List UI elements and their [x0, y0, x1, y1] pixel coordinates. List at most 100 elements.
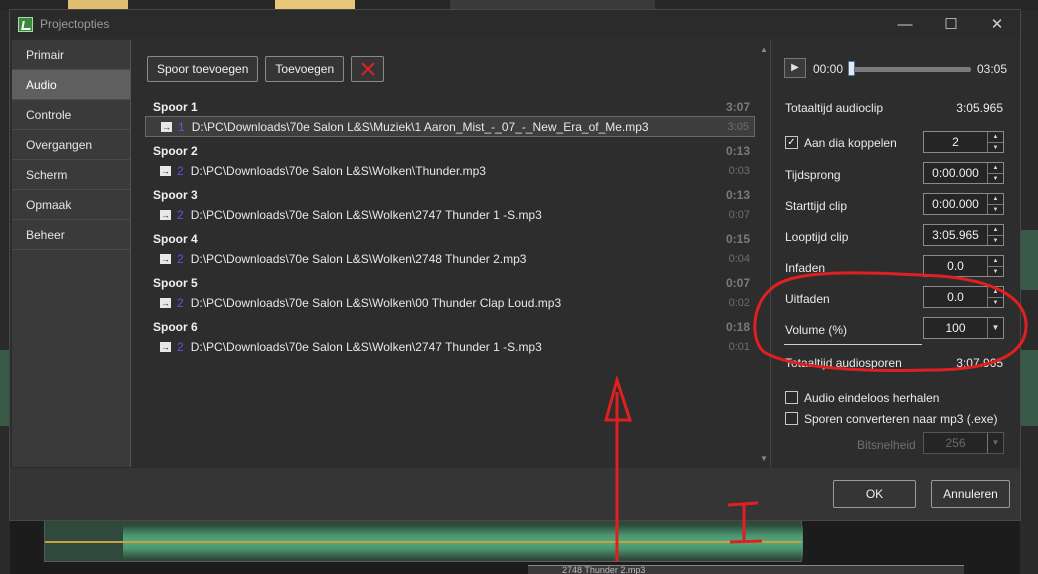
clip-number: 2 — [177, 207, 184, 222]
title-bar[interactable]: Projectopties — ☐ ✕ — [10, 10, 1020, 38]
track-header[interactable]: Spoor 3 0:13 — [145, 186, 755, 204]
background-waveform — [1020, 350, 1038, 426]
track-duration: 0:07 — [725, 276, 750, 290]
scroll-down-icon[interactable]: ▼ — [760, 454, 768, 463]
spin-up-icon[interactable]: ▲ — [988, 132, 1003, 143]
spin-down-icon[interactable]: ▼ — [988, 205, 1003, 215]
link-to-slide-label: Aan dia koppelen — [804, 136, 897, 150]
track-header[interactable]: Spoor 5 0:07 — [145, 274, 755, 292]
fade-out-label: Uitfaden — [785, 292, 830, 306]
sidebar-item-audio[interactable]: Audio — [12, 70, 130, 100]
run-time-spinbox[interactable]: 3:05.965 ▲ ▼ — [923, 224, 1004, 246]
spin-down-icon[interactable]: ▼ — [988, 236, 1003, 246]
clip-number: 2 — [177, 339, 184, 354]
clip-row[interactable]: → 2 D:\PC\Downloads\70e Salon L&S\Wolken… — [145, 292, 755, 313]
clip-path: D:\PC\Downloads\70e Salon L&S\Muziek\1 A… — [191, 119, 649, 134]
track-duration: 0:18 — [725, 320, 750, 334]
volume-value[interactable]: 100 — [924, 318, 987, 338]
minimize-icon[interactable]: — — [882, 10, 928, 38]
volume-combo[interactable]: 100 ▼ — [923, 317, 1004, 339]
run-time-value[interactable]: 3:05.965 — [924, 225, 987, 245]
track-list-scrollbar[interactable]: ▲ ▼ — [760, 45, 768, 463]
clip-duration: 0:04 — [728, 252, 750, 265]
track-name: Spoor 1 — [153, 100, 198, 114]
spin-up-icon[interactable]: ▲ — [988, 256, 1003, 267]
playback-time-start: 00:00 — [813, 62, 844, 76]
clip-row[interactable]: → 2 D:\PC\Downloads\70e Salon L&S\Wolken… — [145, 248, 755, 269]
clip-row[interactable]: → 2 D:\PC\Downloads\70e Salon L&S\Wolken… — [145, 336, 755, 357]
arrow-right-icon: → — [160, 253, 171, 264]
track-header[interactable]: Spoor 6 0:18 — [145, 318, 755, 336]
arrow-right-icon: → — [160, 209, 171, 220]
project-options-dialog: Projectopties — ☐ ✕ Primair Audio Contro… — [9, 9, 1021, 521]
maximize-icon[interactable]: ☐ — [928, 10, 974, 38]
bitrate-value[interactable]: 256 — [924, 433, 987, 453]
track-name: Spoor 6 — [153, 320, 198, 334]
convert-mp3-label: Sporen converteren naar mp3 (.exe) — [804, 412, 998, 426]
sidebar-item-scherm[interactable]: Scherm — [12, 160, 130, 190]
audio-properties-panel: ▶ 00:00 03:05 Totaaltijd audioclip 3:05.… — [770, 40, 1020, 467]
track-header[interactable]: Spoor 1 3:07 — [145, 98, 755, 116]
arrow-right-icon: → — [160, 297, 171, 308]
clip-path: D:\PC\Downloads\70e Salon L&S\Wolken\00 … — [190, 295, 562, 310]
track-duration: 0:13 — [725, 188, 750, 202]
playback-slider-track[interactable] — [849, 67, 971, 72]
fade-out-spinbox[interactable]: 0.0 ▲ ▼ — [923, 286, 1004, 308]
sidebar-item-beheer[interactable]: Beheer — [12, 220, 130, 250]
add-track-button[interactable]: Spoor toevoegen — [147, 56, 259, 82]
track-name: Spoor 3 — [153, 188, 198, 202]
close-icon[interactable]: ✕ — [974, 10, 1020, 38]
clip-duration: 0:01 — [728, 340, 750, 353]
arrow-right-icon: → — [160, 165, 171, 176]
link-slide-spinbox[interactable]: 2 ▲ ▼ — [923, 131, 1004, 153]
start-time-value[interactable]: 0:00.000 — [924, 194, 987, 214]
clip-row[interactable]: → 1 D:\PC\Downloads\70e Salon L&S\Muziek… — [145, 116, 755, 137]
track-header[interactable]: Spoor 4 0:15 — [145, 230, 755, 248]
sidebar: Primair Audio Controle Overgangen Scherm… — [12, 40, 131, 467]
run-time-label: Looptijd clip — [785, 230, 849, 244]
fade-out-value[interactable]: 0.0 — [924, 287, 987, 307]
sidebar-item-opmaak[interactable]: Opmaak — [12, 190, 130, 220]
sidebar-item-controle[interactable]: Controle — [12, 100, 130, 130]
fade-in-value[interactable]: 0.0 — [924, 256, 987, 276]
link-slide-value[interactable]: 2 — [924, 132, 987, 152]
time-jump-value[interactable]: 0:00.000 — [924, 163, 987, 183]
bitrate-combo[interactable]: 256 ▼ — [923, 432, 1004, 454]
track-header[interactable]: Spoor 2 0:13 — [145, 142, 755, 160]
clip-row[interactable]: → 2 D:\PC\Downloads\70e Salon L&S\Wolken… — [145, 160, 755, 181]
spin-up-icon[interactable]: ▲ — [988, 163, 1003, 174]
scroll-up-icon[interactable]: ▲ — [760, 45, 768, 54]
bitrate-label: Bitsnelheid — [857, 438, 916, 452]
spin-down-icon[interactable]: ▼ — [988, 267, 1003, 277]
loop-audio-checkbox[interactable] — [785, 391, 798, 404]
spin-up-icon[interactable]: ▲ — [988, 225, 1003, 236]
playback-slider-handle[interactable] — [848, 61, 855, 76]
spin-down-icon[interactable]: ▼ — [988, 298, 1003, 308]
app-icon — [18, 16, 33, 32]
fade-in-spinbox[interactable]: 0.0 ▲ ▼ — [923, 255, 1004, 277]
spin-down-icon[interactable]: ▼ — [988, 174, 1003, 184]
spin-up-icon[interactable]: ▲ — [988, 287, 1003, 298]
play-button[interactable]: ▶ — [784, 58, 806, 78]
add-button[interactable]: Toevoegen — [265, 56, 345, 82]
ok-button[interactable]: OK — [833, 480, 916, 508]
delete-button[interactable] — [351, 56, 385, 82]
arrow-right-icon: → — [161, 121, 172, 132]
track-name: Spoor 5 — [153, 276, 198, 290]
spin-up-icon[interactable]: ▲ — [988, 194, 1003, 205]
sidebar-item-primair[interactable]: Primair — [12, 40, 130, 70]
sidebar-item-overgangen[interactable]: Overgangen — [12, 130, 130, 160]
track-name: Spoor 4 — [153, 232, 198, 246]
total-tracks-label: Totaaltijd audiosporen — [785, 356, 902, 370]
track-name: Spoor 2 — [153, 144, 198, 158]
chevron-down-icon[interactable]: ▼ — [987, 433, 1003, 453]
start-time-spinbox[interactable]: 0:00.000 ▲ ▼ — [923, 193, 1004, 215]
convert-mp3-checkbox[interactable] — [785, 412, 798, 425]
clip-row[interactable]: → 2 D:\PC\Downloads\70e Salon L&S\Wolken… — [145, 204, 755, 225]
cancel-button[interactable]: Annuleren — [931, 480, 1010, 508]
spin-down-icon[interactable]: ▼ — [988, 143, 1003, 153]
link-to-slide-checkbox[interactable]: ✓ — [785, 136, 798, 149]
time-jump-spinbox[interactable]: 0:00.000 ▲ ▼ — [923, 162, 1004, 184]
chevron-down-icon[interactable]: ▼ — [987, 318, 1003, 338]
track-list: Spoor 1 3:07 → 1 D:\PC\Downloads\70e Sal… — [145, 98, 755, 357]
